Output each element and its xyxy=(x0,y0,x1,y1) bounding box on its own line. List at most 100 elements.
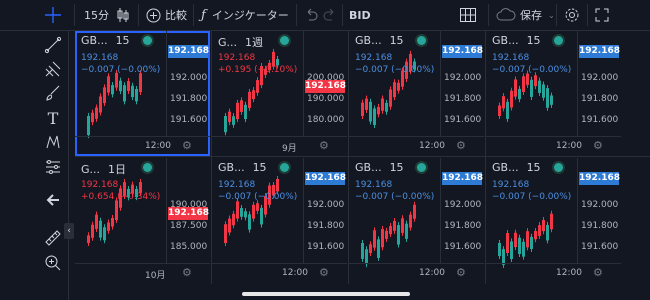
price-source-button[interactable]: BID xyxy=(349,0,371,30)
panel-divider[interactable] xyxy=(485,31,486,284)
y-axis-label: 185.000 xyxy=(170,242,208,252)
price-axis-divider xyxy=(577,158,578,263)
gear-icon[interactable]: ⚙ xyxy=(456,139,466,152)
crosshair-icon[interactable] xyxy=(42,0,64,30)
price-change: −0.007 (−0.00%) xyxy=(492,192,572,202)
y-axis-label: 191.600 xyxy=(307,242,345,252)
panel-symbol[interactable]: G... 1週 xyxy=(218,34,263,50)
price-tag: 192.168 xyxy=(579,172,620,185)
gear-icon[interactable]: ⚙ xyxy=(319,266,329,279)
plus-circle-icon xyxy=(146,8,161,22)
timeframe-label: 15 xyxy=(389,34,404,47)
time-axis-divider xyxy=(212,136,347,137)
chart-panel[interactable]: GB... 15 192.168 −0.007 (−0.00%) 192.000 191.… xyxy=(212,158,347,283)
candle xyxy=(510,241,513,260)
interval-label: 15分 xyxy=(84,9,109,22)
candle xyxy=(232,116,235,125)
market-open-icon xyxy=(417,163,426,172)
price-info: 192.168 −0.007 (−0.00%) xyxy=(355,52,434,76)
interval-button[interactable]: 15分 xyxy=(84,0,109,30)
price-info: 192.168 −0.007 (−0.00%) xyxy=(492,179,571,203)
zoom-icon[interactable] xyxy=(42,252,64,274)
candle xyxy=(127,81,130,91)
price-tag: 192.168 xyxy=(168,207,209,220)
chart-panel[interactable]: G... 1週 192.168 +0.195 (+0.10%) 200.000 190.0… xyxy=(212,31,347,156)
indicators-button[interactable]: ƒ インジケーター xyxy=(201,0,289,30)
y-axis-label: 192.000 xyxy=(444,200,482,210)
chart-panel[interactable]: GB... 15 192.168 −0.007 (−0.00%) 192.000 191.… xyxy=(349,158,484,283)
price-info: 192.168 +0.654 (+0.34%) xyxy=(81,179,160,203)
y-axis-label: 190.000 xyxy=(307,94,345,104)
fullscreen-icon[interactable] xyxy=(595,0,609,30)
text-icon[interactable]: T xyxy=(42,107,64,129)
y-axis-label: 192.000 xyxy=(581,73,619,83)
candles-icon[interactable] xyxy=(115,0,131,30)
timeframe-label: 15 xyxy=(389,161,404,174)
chart-panel[interactable]: GB... 15 192.168 −0.007 (−0.00%) 192.000 191.… xyxy=(75,31,210,156)
candle xyxy=(498,243,501,257)
candle xyxy=(373,108,376,125)
candle xyxy=(377,106,380,115)
panel-divider[interactable] xyxy=(211,31,212,284)
measure-lines-icon[interactable] xyxy=(42,156,64,178)
candle xyxy=(111,218,114,227)
gear-icon[interactable]: ⚙ xyxy=(456,266,466,279)
y-axis-label: 191.600 xyxy=(170,115,208,125)
market-open-icon xyxy=(280,36,289,45)
ruler-icon[interactable] xyxy=(42,227,64,249)
candle xyxy=(99,96,102,113)
panel-symbol[interactable]: GB... 15 xyxy=(492,34,541,47)
panel-divider[interactable] xyxy=(75,156,650,157)
panel-symbol[interactable]: GB... 15 xyxy=(355,161,404,174)
last-price: 192.168 xyxy=(355,180,393,190)
candle xyxy=(365,98,368,110)
candle xyxy=(244,211,247,218)
candle xyxy=(361,243,364,259)
panel-symbol[interactable]: GB... 15 xyxy=(218,161,267,174)
gear-icon[interactable]: ⚙ xyxy=(319,139,329,152)
chart-panel[interactable]: GB... 15 192.168 −0.007 (−0.00%) 192.000 191.… xyxy=(486,158,621,283)
chart-panel[interactable]: G... 1日 192.168 +0.654 (+0.34%) 190.000 187.5… xyxy=(75,158,210,283)
chart-panel[interactable]: GB... 15 192.168 −0.007 (−0.00%) 192.000 191.… xyxy=(486,31,621,156)
gear-icon[interactable]: ⚙ xyxy=(593,266,603,279)
candle xyxy=(248,91,251,108)
panel-symbol[interactable]: GB... 15 xyxy=(492,161,541,174)
pattern-icon[interactable] xyxy=(42,131,64,153)
panel-symbol[interactable]: GB... 15 xyxy=(355,34,404,47)
pitchfork-icon[interactable] xyxy=(42,58,64,80)
brush-icon[interactable] xyxy=(42,82,64,104)
compare-button[interactable]: 比較 xyxy=(146,0,187,30)
panel-symbol[interactable]: GB... 15 xyxy=(81,34,130,47)
candle xyxy=(103,87,106,104)
candle xyxy=(107,76,110,93)
panel-divider[interactable] xyxy=(348,31,349,284)
trend-line-icon[interactable] xyxy=(42,34,64,56)
gear-icon[interactable]: ⚙ xyxy=(182,139,192,152)
panel-symbol[interactable]: G... 1日 xyxy=(81,161,126,177)
last-price: 192.168 xyxy=(492,180,530,190)
y-axis-label: 180.000 xyxy=(307,115,345,125)
arrow-left-icon[interactable] xyxy=(42,189,64,211)
candle xyxy=(510,90,513,108)
home-indicator[interactable] xyxy=(242,292,410,296)
save-button[interactable]: 保存 ⌄ xyxy=(496,0,555,30)
candle xyxy=(119,80,122,92)
y-axis-label: 191.600 xyxy=(581,242,619,252)
candle xyxy=(224,224,227,243)
timeframe-label: 15 xyxy=(526,34,541,47)
timeframe-label: 15 xyxy=(526,161,541,174)
gear-icon[interactable]: ⚙ xyxy=(182,266,192,279)
top-toolbar: 15分 比較 ƒ インジケーター BID 保存 ⌄ xyxy=(0,0,650,31)
y-axis-label: 191.800 xyxy=(444,221,482,231)
grid-layout-icon[interactable] xyxy=(460,0,476,30)
candle xyxy=(522,241,525,257)
price-change: +0.654 (+0.34%) xyxy=(81,192,161,202)
chart-panel[interactable]: GB... 15 192.168 −0.007 (−0.00%) 192.000 191.… xyxy=(349,31,484,156)
gear-icon[interactable]: ⚙ xyxy=(593,139,603,152)
gear-icon[interactable] xyxy=(564,0,580,30)
collapse-sidebar-icon[interactable]: ‹ xyxy=(64,223,74,239)
candle xyxy=(385,230,388,239)
redo-icon[interactable] xyxy=(323,0,337,30)
undo-icon[interactable] xyxy=(304,0,318,30)
candle xyxy=(409,214,412,228)
